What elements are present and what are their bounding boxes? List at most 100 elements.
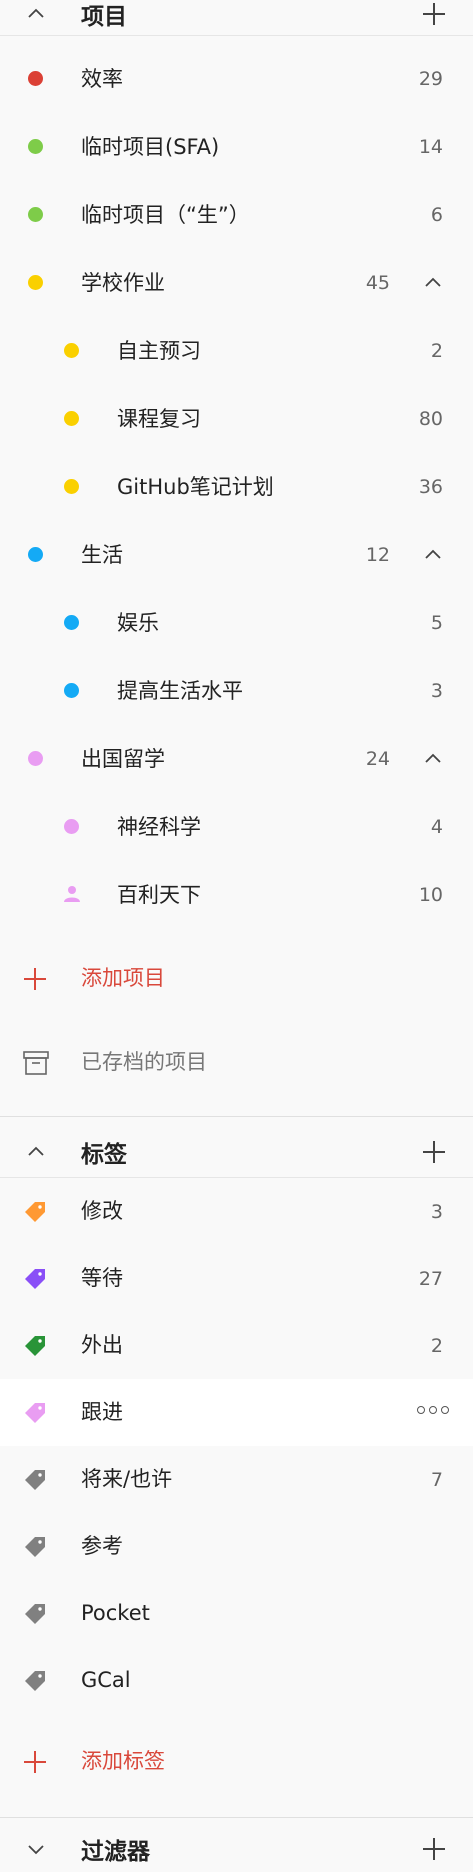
projects-title: 项目 — [81, 3, 127, 30]
tag-icon — [24, 1469, 46, 1491]
tag-icon — [24, 1402, 46, 1424]
project-item-life[interactable]: 生活 12 — [0, 521, 473, 589]
projects-header[interactable]: 项目 — [0, 0, 473, 36]
project-count: 5 — [430, 612, 443, 634]
label-item-pocket[interactable]: Pocket — [0, 1580, 473, 1647]
project-color-dot — [64, 683, 79, 698]
label-item-gcal[interactable]: GCal — [0, 1647, 473, 1714]
label-name: Pocket — [81, 1601, 150, 1625]
tag-icon — [24, 1201, 46, 1223]
chevron-down-icon[interactable] — [24, 1837, 48, 1861]
add-label-button[interactable]: 添加标签 — [0, 1733, 473, 1793]
project-item-entertainment[interactable]: 娱乐 5 — [0, 589, 473, 657]
label-item-outside[interactable]: 外出 2 — [0, 1312, 473, 1379]
project-count: 4 — [430, 816, 443, 838]
more-options-icon[interactable] — [417, 1406, 449, 1414]
label-count: 27 — [418, 1268, 443, 1290]
add-label-label: 添加标签 — [81, 1749, 165, 1773]
label-item-followup[interactable]: 跟进 — [0, 1379, 473, 1446]
project-item-temp-life[interactable]: 临时项目（“生”） 6 — [0, 181, 473, 249]
chevron-up-icon[interactable] — [421, 543, 445, 567]
project-item-efficiency[interactable]: 效率 29 — [0, 45, 473, 113]
label-item-someday[interactable]: 将来/也许 7 — [0, 1446, 473, 1513]
project-count: 14 — [418, 136, 443, 158]
project-color-dot — [64, 411, 79, 426]
project-label: 临时项目(SFA) — [81, 135, 220, 159]
project-item-study-abroad[interactable]: 出国留学 24 — [0, 725, 473, 793]
project-item-review[interactable]: 课程复习 80 — [0, 385, 473, 453]
filters-title: 过滤器 — [81, 1839, 150, 1865]
project-color-dot — [64, 343, 79, 358]
project-label: 自主预习 — [117, 339, 201, 363]
project-label: 提高生活水平 — [117, 679, 243, 703]
label-item-waiting[interactable]: 等待 27 — [0, 1245, 473, 1312]
project-color-dot — [64, 819, 79, 834]
project-color-dot — [28, 139, 43, 154]
archive-icon — [22, 1050, 50, 1076]
project-item-school[interactable]: 学校作业 45 — [0, 249, 473, 317]
project-label: GitHub笔记计划 — [117, 475, 274, 499]
project-item-neuroscience[interactable]: 神经科学 4 — [0, 793, 473, 861]
project-count: 3 — [430, 680, 443, 702]
project-item-github[interactable]: GitHub笔记计划 36 — [0, 453, 473, 521]
tag-icon — [24, 1603, 46, 1625]
add-project-button[interactable]: 添加项目 — [0, 950, 473, 1010]
chevron-up-icon[interactable] — [24, 2, 48, 26]
project-color-dot — [64, 615, 79, 630]
project-label: 娱乐 — [117, 611, 159, 635]
project-label: 课程复习 — [117, 407, 201, 431]
project-color-dot — [28, 547, 43, 562]
project-color-dot — [64, 479, 79, 494]
archived-projects-button[interactable]: 已存档的项目 — [0, 1034, 473, 1094]
tag-icon — [24, 1536, 46, 1558]
tag-icon — [24, 1670, 46, 1692]
label-name: 修改 — [81, 1199, 123, 1223]
project-count: 29 — [418, 68, 443, 90]
label-count: 3 — [430, 1201, 443, 1223]
project-color-dot — [28, 751, 43, 766]
tag-icon — [24, 1268, 46, 1290]
project-label: 生活 — [81, 543, 123, 567]
project-label: 效率 — [81, 67, 123, 91]
project-item-preview[interactable]: 自主预习 2 — [0, 317, 473, 385]
label-name: 等待 — [81, 1266, 123, 1290]
project-count: 2 — [430, 340, 443, 362]
chevron-up-icon[interactable] — [421, 747, 445, 771]
project-count: 6 — [430, 204, 443, 226]
archived-projects-label: 已存档的项目 — [81, 1050, 207, 1074]
add-project-plus-icon[interactable] — [421, 1, 447, 27]
plus-icon — [22, 966, 48, 992]
section-divider — [0, 1817, 473, 1818]
labels-header[interactable]: 标签 — [0, 1126, 473, 1178]
label-name: GCal — [81, 1668, 131, 1692]
project-item-temp-sfa[interactable]: 临时项目(SFA) 14 — [0, 113, 473, 181]
label-item-reference[interactable]: 参考 — [0, 1513, 473, 1580]
add-filter-plus-icon[interactable] — [421, 1836, 447, 1862]
filters-header[interactable]: 过滤器 — [0, 1826, 473, 1872]
add-label-plus-icon[interactable] — [421, 1139, 447, 1165]
label-name: 外出 — [81, 1333, 123, 1357]
project-label: 临时项目（“生”） — [81, 203, 250, 227]
project-color-dot — [28, 207, 43, 222]
project-label: 出国留学 — [81, 747, 165, 771]
label-name: 跟进 — [81, 1400, 123, 1424]
project-count: 10 — [418, 884, 443, 906]
chevron-up-icon[interactable] — [421, 271, 445, 295]
plus-icon — [22, 1749, 48, 1775]
project-color-dot — [28, 71, 43, 86]
label-count: 2 — [430, 1335, 443, 1357]
tag-icon — [24, 1335, 46, 1357]
project-color-dot — [28, 275, 43, 290]
project-item-baili[interactable]: 百利天下 10 — [0, 861, 473, 929]
project-count: 24 — [365, 748, 390, 770]
label-name: 将来/也许 — [81, 1467, 173, 1491]
project-item-living-standard[interactable]: 提高生活水平 3 — [0, 657, 473, 725]
project-count: 12 — [365, 544, 390, 566]
project-label: 学校作业 — [81, 271, 165, 295]
labels-title: 标签 — [81, 1141, 127, 1168]
project-count: 45 — [365, 272, 390, 294]
project-label: 神经科学 — [117, 815, 201, 839]
chevron-up-icon[interactable] — [24, 1140, 48, 1164]
label-count: 7 — [430, 1469, 443, 1491]
label-item-modify[interactable]: 修改 3 — [0, 1178, 473, 1245]
